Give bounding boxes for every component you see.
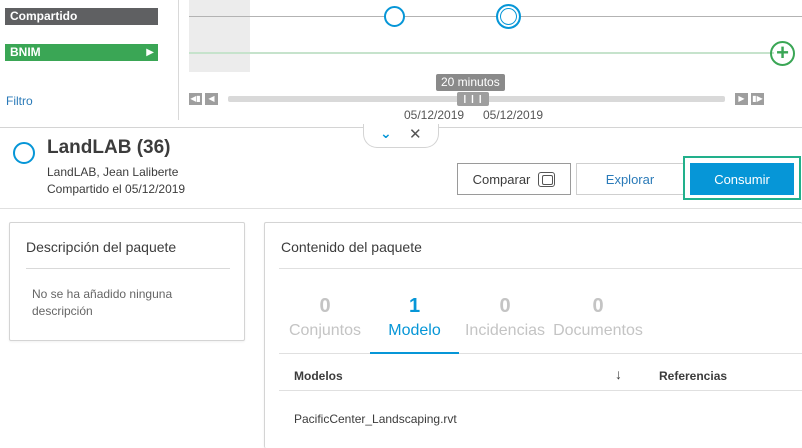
sort-arrow-icon[interactable]: ↓ [615,366,622,382]
tab-count: 0 [499,295,511,317]
consume-highlight: Consumir [683,156,801,200]
content-title: Contenido del paquete [281,239,422,255]
tab-documentos[interactable]: 0 Documentos [550,295,646,340]
description-title: Descripción del paquete [26,239,177,255]
compare-button-label: Comparar [472,171,531,187]
timeline-panel: Compartido BNIM ▶ Filtro + 20 minutos ◀▮… [0,0,802,128]
description-panel: Descripción del paquete No se ha añadido… [9,222,245,341]
selected-package-node[interactable] [496,4,521,29]
step-forward-icon[interactable]: ▶ [735,93,748,105]
zoom-tooltip: 20 minutos [436,74,505,91]
package-shared-date: Compartido el 05/12/2019 [47,182,186,196]
tab-label: Incidencias [464,322,546,339]
divider [26,268,230,269]
range-end-date: 05/12/2019 [483,108,544,122]
table-row[interactable]: PacificCenter_Landscaping.rvt [294,412,457,426]
step-back-icon[interactable]: ◀ [205,93,218,105]
tab-count: 0 [592,295,604,317]
active-tab-indicator [370,352,459,354]
filter-link[interactable]: Filtro [6,94,33,108]
play-icon[interactable]: ▶ [146,44,154,61]
track-label-text: Compartido [10,9,78,23]
tab-conjuntos[interactable]: 0 Conjuntos [285,295,365,340]
package-authors: LandLAB, Jean Laliberte [47,165,179,179]
package-node[interactable] [384,6,405,27]
tab-modelo[interactable]: 1 Modelo [371,295,458,340]
timeline-selection-shade [189,0,250,72]
track-label-compartido[interactable]: Compartido [5,8,158,25]
add-package-button[interactable]: + [770,41,795,66]
compare-button[interactable]: Comparar [457,163,571,195]
skip-start-icon[interactable]: ◀▮ [189,93,202,105]
tab-label: Conjuntos [288,322,362,339]
skip-end-icon[interactable]: ▮▶ [751,93,764,105]
close-icon[interactable]: ✕ [409,125,422,143]
compare-icon [538,171,556,187]
timeline-divider [178,0,179,120]
range-start-date: 05/12/2019 [404,108,465,122]
column-header-models[interactable]: Modelos [294,369,343,383]
tab-count: 0 [319,295,331,317]
divider [279,268,802,269]
collapse-tab: ⌄ ✕ [363,124,439,148]
content-panel: Contenido del paquete 0 Conjuntos 1 Mode… [264,222,802,448]
tab-label: Modelo [388,322,441,339]
consume-button[interactable]: Consumir [690,163,794,195]
column-header-references[interactable]: Referencias [659,369,727,383]
header-divider [0,208,802,209]
table-divider [279,390,802,391]
chevron-down-icon[interactable]: ⌄ [380,125,392,142]
explore-button[interactable]: Explorar [576,163,684,195]
description-empty-text: No se ha añadido ninguna descripción [32,287,173,318]
track-label-text: BNIM [10,45,41,59]
tabs-divider [279,353,802,354]
tab-label: Documentos [553,322,643,339]
page-title: LandLAB (36) [47,137,171,158]
package-status-icon [13,142,35,164]
tab-incidencias[interactable]: 0 Incidencias [460,295,550,340]
track-label-bnim[interactable]: BNIM ▶ [5,44,158,61]
scrubber-handle[interactable]: ❙❙❙ [457,92,489,106]
bnim-track-line [189,52,774,54]
tab-count: 1 [408,295,421,317]
